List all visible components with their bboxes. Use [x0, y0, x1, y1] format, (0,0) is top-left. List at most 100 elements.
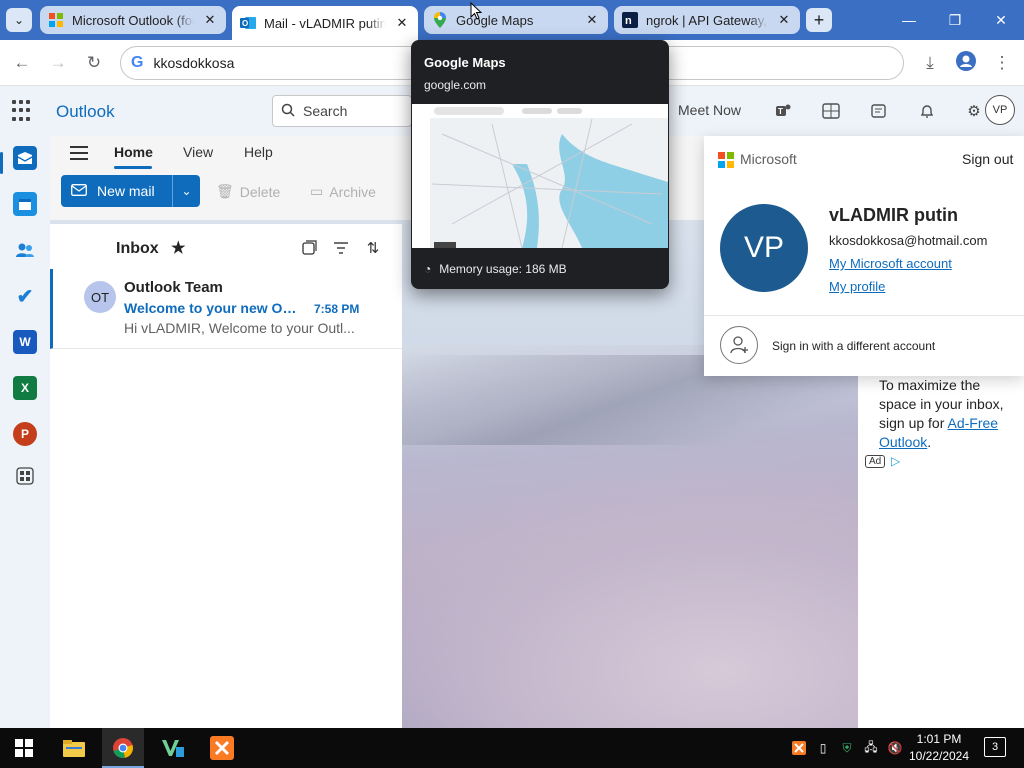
delete-label: Delete: [239, 183, 281, 200]
bell-icon[interactable]: [916, 100, 938, 122]
company-name: Microsoft: [740, 151, 797, 167]
delete-button[interactable]: 🗑 Delete: [216, 183, 280, 200]
file-explorer-icon[interactable]: [60, 734, 88, 762]
windows-start-icon[interactable]: [10, 734, 38, 762]
network-icon[interactable]: 🖧: [863, 740, 879, 756]
minimize-icon: —: [902, 12, 916, 28]
clock-date: 10/22/2024: [908, 749, 970, 763]
restore-icon: ❐: [948, 11, 962, 28]
microsoft-icon: [48, 12, 64, 28]
notification-center-icon[interactable]: 3: [984, 737, 1006, 757]
adchoices-icon[interactable]: ▷: [891, 454, 900, 468]
gear-icon[interactable]: ⚙: [963, 100, 985, 122]
archive-button[interactable]: ▭ Archive: [310, 183, 376, 200]
tab-search-button[interactable]: ⌄: [6, 8, 32, 32]
tab-hover-card: Google Maps google.com ◔ Memory usage: 1…: [411, 40, 669, 289]
profile-button[interactable]: [952, 49, 980, 77]
teams-icon[interactable]: T: [772, 100, 794, 122]
outlook-brand[interactable]: Outlook: [56, 102, 115, 122]
app-rail: ✔ W X P: [0, 136, 50, 728]
account-email: kkosdokkosa@hotmail.com: [829, 233, 988, 248]
rail-selected-indicator: [0, 152, 3, 174]
new-mail-dropdown[interactable]: ⌄: [172, 175, 200, 207]
mail-icon[interactable]: [13, 146, 37, 170]
note-icon[interactable]: [868, 100, 890, 122]
folder-title: Inbox ★: [116, 238, 185, 258]
account-avatar: VP: [720, 204, 808, 292]
xampp-tray-icon[interactable]: [791, 740, 807, 756]
notification-count: 3: [991, 741, 999, 753]
close-tab-icon[interactable]: ✕: [394, 15, 410, 31]
minimize-button[interactable]: —: [886, 0, 932, 40]
calendar-icon[interactable]: [13, 192, 37, 216]
memory-text: Memory usage: 186 MB: [439, 262, 567, 276]
search-input[interactable]: Search: [272, 95, 412, 127]
address-text[interactable]: kkosdokkosa: [153, 55, 234, 71]
select-icon[interactable]: [300, 239, 318, 257]
excel-icon[interactable]: X: [13, 376, 37, 400]
downloads-button[interactable]: ⤓: [916, 49, 944, 77]
word-grid-icon[interactable]: [820, 100, 842, 122]
close-tab-icon[interactable]: ✕: [202, 12, 218, 28]
envelope-icon: [71, 183, 87, 199]
close-tab-icon[interactable]: ✕: [776, 12, 792, 28]
restore-button[interactable]: ❐: [932, 0, 978, 40]
new-mail-label: New mail: [97, 183, 155, 199]
message-row[interactable]: OT Outlook Team Welcome to your new Ou..…: [50, 269, 402, 349]
profile-icon: [956, 50, 976, 76]
vs-code-icon[interactable]: [158, 734, 186, 762]
archive-label: Archive: [329, 183, 376, 200]
todo-check-icon[interactable]: ✔: [13, 284, 37, 308]
forward-button[interactable]: →: [44, 49, 72, 77]
close-tab-icon[interactable]: ✕: [584, 12, 600, 28]
tab-home[interactable]: Home: [114, 144, 153, 160]
reload-button[interactable]: ↻: [80, 49, 108, 77]
volume-muted-icon[interactable]: 🔇: [887, 740, 903, 756]
sign-out-link[interactable]: Sign out: [962, 151, 1013, 167]
sort-icon[interactable]: ⇅: [364, 239, 382, 257]
close-window-button[interactable]: ✕: [978, 0, 1024, 40]
new-tab-button[interactable]: +: [806, 8, 832, 32]
message-list: Inbox ★ ⇅ OT Outlook Team Welcome to you…: [50, 224, 402, 728]
filter-icon[interactable]: [332, 239, 350, 257]
tab-title: Microsoft Outlook (for...: [72, 12, 194, 28]
svg-text:O: O: [242, 19, 248, 28]
powerpoint-icon[interactable]: P: [13, 422, 37, 446]
hamburger-menu-icon[interactable]: [70, 146, 88, 160]
back-button[interactable]: ←: [8, 49, 36, 77]
tab-mail-outlook[interactable]: O Mail - vLADMIR putin - ✕: [232, 6, 418, 40]
add-person-icon[interactable]: [720, 326, 758, 364]
browser-tab-strip: ⌄ Microsoft Outlook (for... ✕ O Mail - v…: [0, 0, 1024, 40]
battery-icon[interactable]: ▯: [815, 740, 831, 756]
word-icon[interactable]: W: [13, 330, 37, 354]
shield-icon[interactable]: ⛨: [839, 740, 855, 756]
xampp-icon[interactable]: [208, 734, 236, 762]
more-apps-icon[interactable]: [13, 464, 37, 488]
ad-badge: Ad: [865, 455, 886, 468]
system-clock[interactable]: 1:01 PM 10/22/2024: [906, 731, 972, 765]
close-icon: ✕: [995, 11, 1007, 28]
tab-ngrok[interactable]: n ngrok | API Gateway, I ✕: [614, 6, 800, 34]
new-mail-button[interactable]: New mail: [61, 175, 172, 207]
my-microsoft-account-link[interactable]: My Microsoft account: [829, 256, 952, 271]
star-icon[interactable]: ★: [171, 240, 185, 257]
message-preview: Hi vLADMIR, Welcome to your Outl...: [124, 320, 355, 336]
reload-icon: ↻: [86, 53, 102, 72]
browser-menu-button[interactable]: ⋮: [988, 49, 1016, 77]
arrow-right-icon: →: [49, 53, 67, 72]
app-launcher-icon[interactable]: [12, 100, 34, 122]
tab-google-maps[interactable]: Google Maps ✕: [424, 6, 608, 34]
tab-view[interactable]: View: [183, 144, 213, 160]
mouse-cursor-icon: [470, 1, 483, 23]
svg-text:n: n: [625, 15, 632, 27]
chrome-icon[interactable]: [109, 734, 137, 762]
account-avatar-button[interactable]: VP: [985, 95, 1015, 125]
people-icon[interactable]: [13, 238, 37, 262]
tab-microsoft-outlook[interactable]: Microsoft Outlook (for... ✕: [40, 6, 226, 34]
tab-help[interactable]: Help: [244, 144, 273, 160]
clock-time: 1:01 PM: [916, 732, 962, 746]
meet-now-button[interactable]: Meet Now: [678, 102, 741, 118]
sign-in-different-account-link[interactable]: Sign in with a different account: [772, 339, 935, 353]
my-profile-link[interactable]: My profile: [829, 279, 885, 294]
arrow-left-icon: ←: [13, 53, 31, 72]
